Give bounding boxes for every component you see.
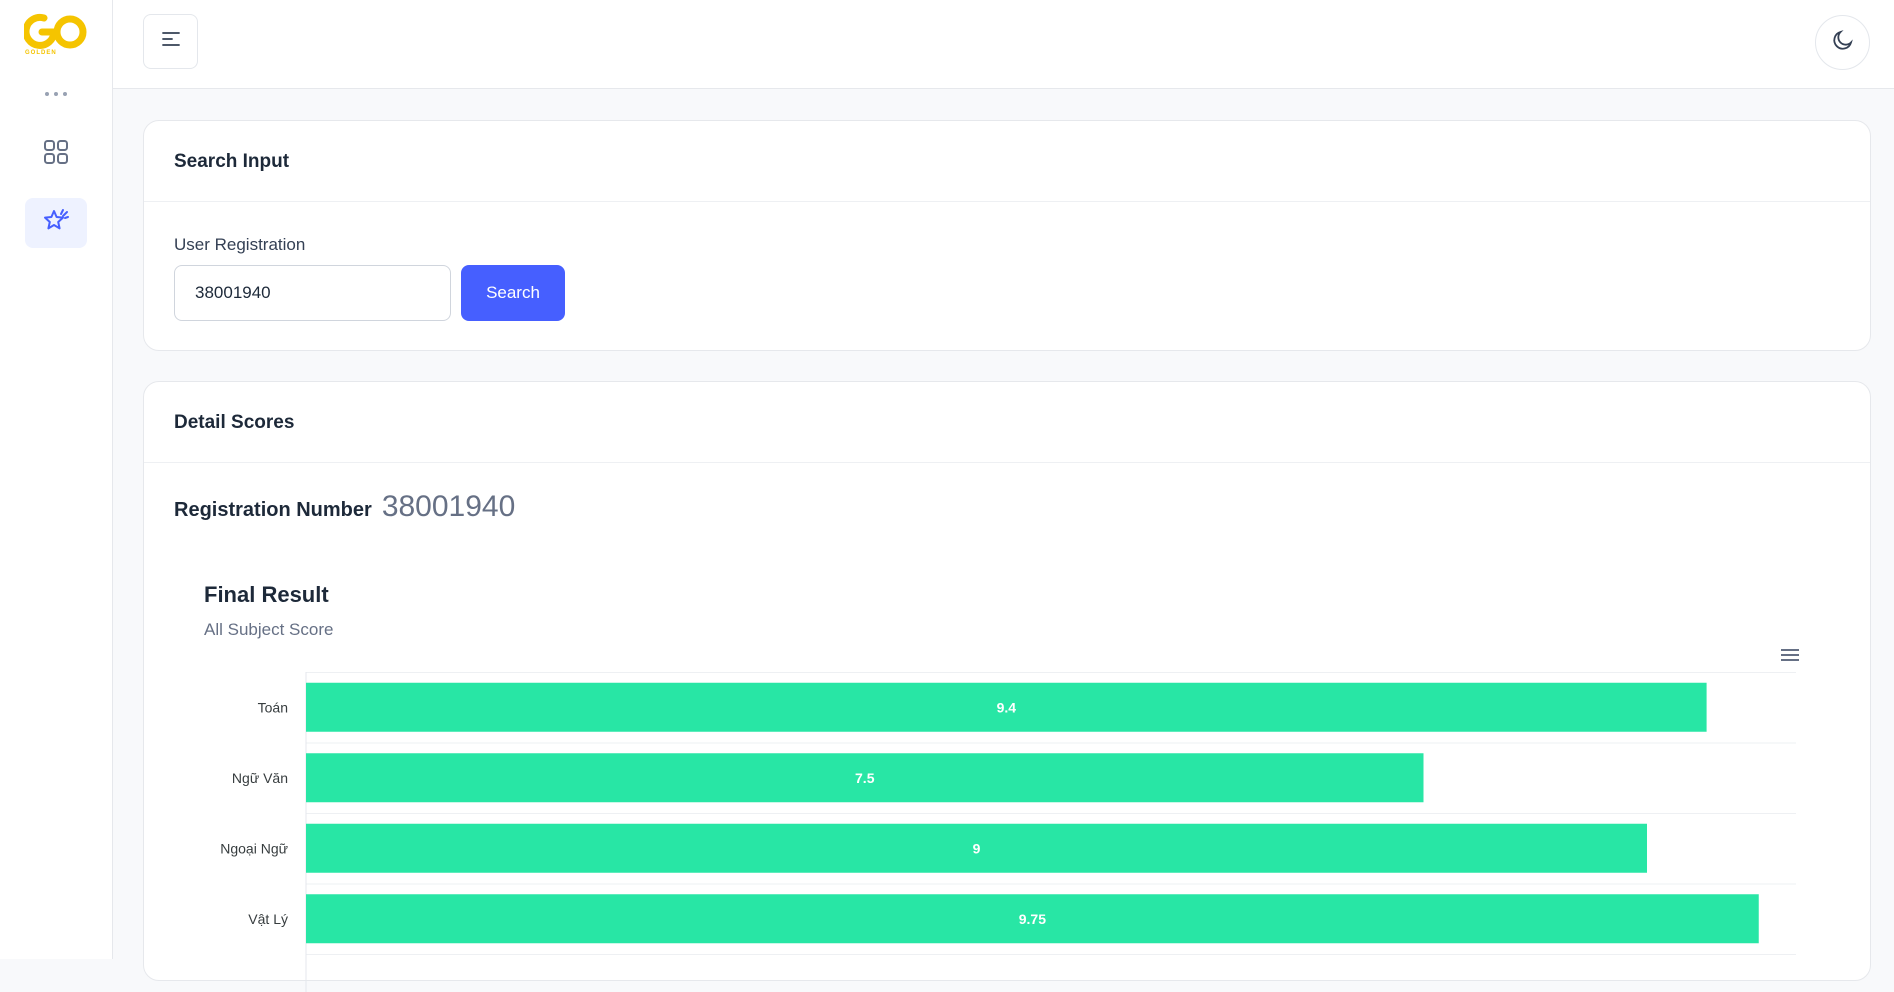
menu-icon [161, 31, 181, 52]
chart-subtitle: All Subject Score [204, 620, 334, 639]
search-button[interactable]: Search [461, 265, 565, 321]
category-label: Vật Lý [248, 911, 288, 927]
data-label: 9.75 [1019, 911, 1046, 927]
category-label: Ngữ Văn [232, 770, 288, 786]
star-sparkle-icon [42, 207, 70, 240]
registration-value: 38001940 [381, 490, 516, 523]
data-label: 7.5 [855, 770, 875, 786]
detail-card-title: Detail Scores [144, 382, 1870, 463]
sidebar: GOLDEN [0, 0, 113, 959]
bar-chart: Toán 9.4 Ngữ Văn 7.5 Ngoại Ngữ 9 Vật Lý 9.75 [220, 672, 1796, 992]
chart-title: Final Result [204, 582, 329, 607]
sidebar-item-dashboard[interactable] [25, 129, 87, 179]
category-label: Toán [258, 699, 288, 715]
top-bar [113, 0, 1894, 89]
registration-input[interactable] [174, 265, 451, 321]
search-card: Search Input User Registration Search [143, 120, 1871, 351]
registration-field-label: User Registration [174, 235, 306, 254]
sidebar-item-scores[interactable] [25, 198, 87, 248]
search-card-title: Search Input [144, 121, 1870, 202]
registration-row: Registration Number 38001940 [174, 490, 515, 524]
logo-subtext: GOLDEN [25, 50, 57, 56]
sidebar-toggle-button[interactable] [143, 14, 198, 69]
grid-icon [43, 139, 69, 170]
moon-icon [1832, 29, 1854, 56]
data-label: 9.4 [997, 699, 1017, 715]
category-label: Ngoại Ngữ [220, 840, 288, 856]
data-label: 9 [973, 840, 981, 856]
theme-toggle-button[interactable] [1815, 15, 1870, 70]
more-dots-icon [44, 84, 68, 102]
chart-menu-icon[interactable] [1779, 647, 1801, 668]
detail-scores-card: Detail Scores Registration Number 380019… [143, 381, 1871, 992]
registration-label: Registration Number [174, 499, 372, 521]
